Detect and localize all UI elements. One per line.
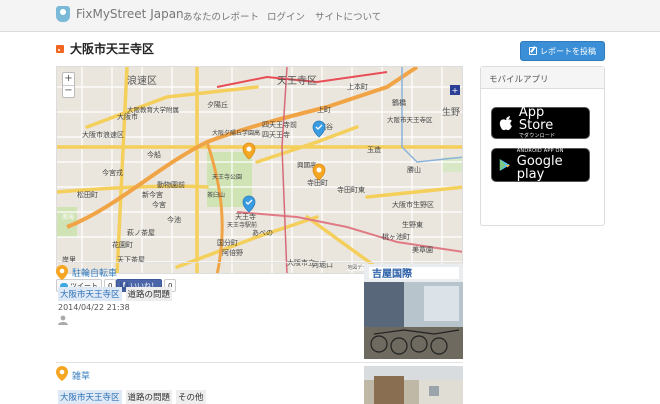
map-label: 寺田町東: [337, 185, 365, 194]
page-title-row: 大阪市天王寺区: [56, 40, 154, 57]
map-label: 夕陽丘: [207, 100, 228, 109]
app-store-sublabel: でダウンロード: [518, 133, 556, 139]
report-date: 2014/04/22 21:38: [58, 303, 130, 312]
map-label: 四天王寺前: [262, 120, 297, 129]
map-zoom-control: + −: [62, 72, 75, 98]
map-label: 大阪市浪速区: [82, 130, 124, 139]
area-tag[interactable]: 大阪市天王寺区: [58, 287, 122, 301]
map-label: 今宮戎: [102, 168, 123, 177]
svg-text:吉屋国際: 吉屋国際: [372, 267, 412, 280]
brand-link[interactable]: FixMyStreet Japan: [56, 6, 184, 22]
map-label: 上本町: [347, 82, 368, 91]
map-label: 天王寺公園: [212, 173, 242, 181]
area-tag[interactable]: 大阪市天王寺区: [58, 390, 122, 404]
category-tag: その他: [176, 390, 206, 404]
report-tags: 大阪市天王寺区 道路の問題 その他: [58, 390, 206, 404]
map-label: 美章園: [412, 245, 433, 254]
map-label: 桃ヶ池町: [382, 232, 410, 241]
map-label: 動物園前: [157, 180, 185, 189]
map-label: 鶴橋: [392, 98, 406, 107]
map-label: 寺田町: [307, 179, 328, 187]
map-label: 大阪市生野区: [392, 200, 434, 209]
report-pin-icon: [56, 265, 68, 280]
map-expand-icon[interactable]: +: [450, 85, 460, 95]
map-label: 阿倍野: [222, 248, 243, 257]
map-label: 四天王寺: [262, 131, 290, 139]
map-label: 玉造: [367, 145, 381, 154]
map-label: 大阪夕陽丘学園高: [212, 129, 260, 137]
list-item[interactable]: 駐輪自転車 大阪市天王寺区 道路の問題 2014/04/22 21:38 吉屋国…: [56, 264, 463, 360]
map-label: 大阪教育大学附属: [127, 105, 179, 114]
list-item[interactable]: 雑草 大阪市天王寺区 道路の問題 その他: [56, 366, 463, 404]
map-label: 大阪市天王寺区: [387, 115, 433, 124]
map-label: 天王寺区: [277, 75, 317, 87]
google-play-button[interactable]: ANDROID APP ON Google play: [491, 148, 590, 182]
report-title-link[interactable]: 雑草: [72, 369, 90, 382]
map-label: 天王寺駅前: [227, 221, 257, 229]
map-label: 花園町: [112, 240, 133, 249]
google-play-icon: [499, 159, 510, 171]
map-label: 茶臼山: [207, 191, 225, 199]
map-label: 生野東: [402, 220, 423, 229]
report-tags: 大阪市天王寺区 道路の問題: [58, 287, 173, 301]
map-label: 今池: [167, 215, 181, 224]
mobile-app-heading: モバイルアプリ: [481, 67, 604, 89]
report-pin-icon: [56, 366, 68, 381]
post-report-label: レポートを投稿: [540, 46, 596, 56]
map-label: 今宮: [152, 200, 166, 209]
divider: [56, 262, 463, 263]
google-play-label: Google play: [516, 154, 563, 182]
report-photo[interactable]: [364, 366, 463, 404]
map-label: 上町: [317, 105, 331, 114]
brand-name: FixMyStreet Japan: [76, 7, 184, 21]
map[interactable]: 浪速区 天王寺区 大阪市 生野 夕陽丘 桃谷 天王寺 寺田町 今宮 新今宮 動物…: [56, 66, 463, 274]
map-label: 浪速区: [127, 74, 157, 87]
category-tag: 道路の問題: [125, 287, 173, 301]
nav-about[interactable]: サイトについて: [315, 9, 381, 23]
page-title: 大阪市天王寺区: [70, 42, 155, 56]
category-tag: 道路の問題: [125, 390, 173, 404]
post-report-button[interactable]: レポートを投稿: [520, 41, 605, 61]
map-label: 天王寺: [235, 213, 256, 221]
mobile-app-panel: モバイルアプリ App Store でダウンロード ANDROID APP ON…: [480, 66, 605, 226]
map-canvas: 浪速区 天王寺区 大阪市 生野 夕陽丘 桃谷 天王寺 寺田町 今宮 新今宮 動物…: [57, 67, 462, 273]
map-label: 生野: [442, 106, 460, 118]
divider: [56, 362, 463, 363]
map-label: 松田町: [77, 190, 98, 199]
report-title-link[interactable]: 駐輪自転車: [72, 266, 117, 279]
nav-login[interactable]: ログイン: [267, 9, 305, 23]
map-label: 南海: [62, 213, 74, 221]
apple-icon: [499, 116, 512, 131]
main-content: 大阪市天王寺区 レポートを投稿 浪速区 天王寺区 大阪市 生野 夕陽丘 桃谷 天…: [0, 33, 660, 404]
report-photo[interactable]: 吉屋国際: [364, 264, 463, 359]
map-label: 新今宮: [142, 190, 163, 199]
user-icon: [58, 315, 68, 325]
map-label: 勝山: [407, 165, 421, 174]
zoom-out-button[interactable]: −: [63, 84, 74, 98]
map-label: 今船: [147, 150, 161, 159]
map-label: 国分町: [217, 238, 238, 247]
nav-your-reports[interactable]: あなたのレポート: [183, 9, 259, 23]
app-store-label: App Store: [518, 105, 554, 133]
map-label: あべの: [252, 229, 273, 237]
rss-icon[interactable]: [56, 44, 64, 53]
navbar: FixMyStreet Japan あなたのレポート ログイン サイトについて: [0, 0, 660, 32]
fixmystreet-logo-icon: [56, 6, 70, 22]
map-label: 萩ノ茶屋: [127, 228, 155, 237]
edit-icon: [529, 47, 537, 55]
zoom-in-button[interactable]: +: [63, 73, 74, 85]
app-store-button[interactable]: App Store でダウンロード: [491, 105, 590, 139]
